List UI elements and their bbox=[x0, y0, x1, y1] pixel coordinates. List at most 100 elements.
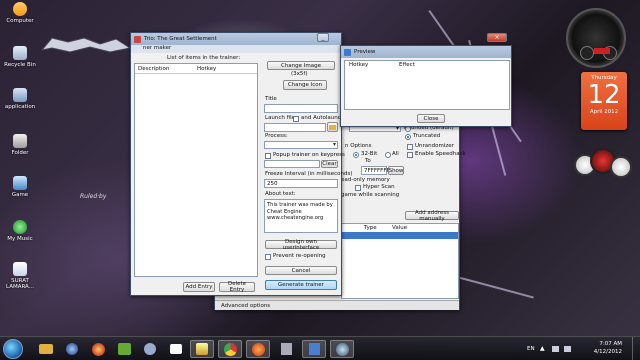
desktop-icon-my-music[interactable]: My Music bbox=[0, 220, 40, 242]
tray-icons[interactable]: ▲ bbox=[540, 345, 576, 353]
prevent-reopening-checkbox[interactable] bbox=[265, 254, 271, 260]
design-ui-button[interactable]: Design own userinterface bbox=[265, 239, 337, 251]
preview-app-icon bbox=[344, 48, 351, 56]
process-label: Process: bbox=[265, 133, 288, 139]
autolaunch-checkbox[interactable] bbox=[293, 116, 299, 122]
taskbar-item-save[interactable] bbox=[302, 340, 326, 358]
taskbar-item-app2[interactable] bbox=[246, 340, 270, 358]
desktop-icon-recycle-bin[interactable]: Recycle Bin bbox=[0, 46, 40, 68]
taskbar-item-msg[interactable] bbox=[164, 340, 188, 358]
preview-window[interactable]: Preview Hotkey Effect Close bbox=[340, 45, 512, 127]
speedhack-checkbox[interactable] bbox=[407, 152, 413, 158]
to-address-field[interactable]: 7FFFFFFF bbox=[361, 166, 390, 175]
unrandomizer-label: Unrandomizer bbox=[415, 143, 454, 149]
start-button[interactable] bbox=[3, 339, 23, 359]
about-text-label: About text: bbox=[265, 191, 296, 197]
table-row[interactable] bbox=[342, 232, 458, 239]
hotkey-column-header[interactable]: Hotkey bbox=[197, 66, 216, 72]
hyper-scan-checkbox[interactable] bbox=[355, 185, 361, 191]
system-clock[interactable]: 7:07 AM 4/12/2012 bbox=[594, 340, 622, 356]
add-entry-button[interactable]: Add Entry bbox=[183, 282, 215, 292]
title-input[interactable] bbox=[264, 104, 338, 113]
description-column-header[interactable]: Description bbox=[138, 66, 169, 72]
cancel-button[interactable]: Cancel bbox=[265, 266, 337, 275]
address-table[interactable]: Type Value bbox=[341, 223, 459, 299]
change-icon-button[interactable]: Change Icon bbox=[283, 80, 327, 90]
clock-time: 7:07 AM bbox=[599, 341, 622, 347]
taskbar-item-ce[interactable] bbox=[138, 340, 162, 358]
desktop-icon-game[interactable]: Game bbox=[0, 176, 40, 198]
show-desktop-button[interactable] bbox=[632, 337, 640, 360]
close-window-button[interactable]: × bbox=[487, 33, 507, 42]
delete-entry-button[interactable]: Delete Entry bbox=[219, 281, 255, 293]
clock-gadget[interactable] bbox=[572, 148, 632, 184]
generate-trainer-button[interactable]: Generate trainer bbox=[265, 280, 337, 290]
change-image-button[interactable]: Change Image bbox=[267, 61, 335, 70]
popup-keypress-checkbox[interactable] bbox=[265, 153, 271, 159]
to-label: To bbox=[365, 158, 371, 164]
tray-arrow-icon: ▲ bbox=[540, 345, 545, 352]
image-size-label: (3x5f) bbox=[291, 71, 308, 77]
preview-list[interactable]: Hotkey Effect bbox=[344, 60, 510, 110]
trainer-maker-window[interactable]: Trio: The Great Settlement ner maker Lis… bbox=[130, 32, 353, 296]
header-divider bbox=[135, 73, 257, 74]
preview-hotkey-header[interactable]: Hotkey bbox=[349, 62, 368, 68]
bit32-radio[interactable] bbox=[353, 152, 359, 158]
trainer-items-list[interactable]: Description Hotkey bbox=[134, 63, 258, 277]
desktop-icon-document[interactable]: SURAT LAMARA... bbox=[0, 262, 40, 290]
preview-effect-header[interactable]: Effect bbox=[399, 62, 415, 68]
minimize-button[interactable]: _ bbox=[317, 33, 329, 42]
folder-icon bbox=[39, 344, 53, 354]
taskbar-item-um[interactable] bbox=[112, 340, 136, 358]
document-icon bbox=[13, 262, 27, 276]
cpu-meter-gadget[interactable] bbox=[566, 8, 626, 68]
popup-keypress-label: Popup trainer on keypress bbox=[273, 152, 345, 158]
about-text-area[interactable]: This trainer was made by Cheat Engine ww… bbox=[264, 199, 338, 233]
desktop-icon-computer[interactable]: Computer bbox=[0, 2, 40, 24]
game-while-scanning-label: game while scanning bbox=[341, 192, 400, 198]
taskbar-item-disk[interactable] bbox=[274, 340, 298, 358]
preview-titlebar[interactable]: Preview bbox=[341, 46, 511, 58]
taskbar-item-paint[interactable] bbox=[190, 340, 214, 358]
bit32-label: 32-Bit bbox=[361, 151, 378, 157]
taskbar-item-chrome[interactable] bbox=[218, 340, 242, 358]
desktop-icon-label: Computer bbox=[6, 18, 34, 24]
music-icon bbox=[13, 220, 27, 234]
launch-file-input[interactable] bbox=[264, 123, 326, 132]
taskbar-item-cheat-engine[interactable] bbox=[330, 340, 354, 358]
all-radio[interactable] bbox=[385, 152, 391, 158]
desktop-icon-label: application bbox=[4, 104, 36, 110]
prevent-reopening-label: Prevent re-opening bbox=[273, 253, 326, 259]
calendar-gadget[interactable]: Thursday 12 April 2012 bbox=[581, 72, 627, 130]
taskbar-item-media[interactable] bbox=[60, 340, 84, 358]
desktop-icon-label: Game bbox=[11, 192, 29, 198]
type-column-header[interactable]: Type bbox=[364, 225, 377, 231]
value-column-header[interactable]: Value bbox=[392, 225, 407, 231]
advanced-options-bar[interactable]: Advanced options bbox=[215, 300, 459, 310]
truncated-label: Truncated bbox=[413, 133, 441, 139]
advanced-options-label: Advanced options bbox=[221, 303, 271, 309]
freeze-interval-input[interactable]: 250 bbox=[264, 179, 338, 188]
firefox-icon bbox=[91, 342, 105, 356]
save-icon bbox=[308, 343, 320, 355]
taskbar-item-folder[interactable] bbox=[34, 340, 58, 358]
gauge-indicator bbox=[594, 48, 610, 54]
browse-button[interactable] bbox=[327, 122, 338, 132]
volume-icon bbox=[564, 346, 571, 352]
popup-hotkey-input[interactable] bbox=[264, 160, 320, 168]
clear-button[interactable]: Clear bbox=[321, 160, 338, 168]
truncated-radio[interactable] bbox=[405, 134, 411, 140]
autolaunch-label: and Autolaunch bbox=[301, 115, 345, 121]
read-only-label: ead-only memory bbox=[341, 177, 390, 183]
unrandomizer-checkbox[interactable] bbox=[407, 144, 413, 150]
desktop-icon-folder[interactable]: Folder bbox=[0, 134, 40, 156]
show-button[interactable]: Show bbox=[388, 166, 404, 175]
preview-close-button[interactable]: Close bbox=[417, 114, 445, 123]
taskbar-item-firefox[interactable] bbox=[86, 340, 110, 358]
network-icon bbox=[552, 346, 559, 352]
process-dropdown[interactable] bbox=[264, 141, 338, 149]
trainer-titlebar[interactable]: Trio: The Great Settlement bbox=[131, 33, 341, 45]
language-indicator[interactable]: EN bbox=[527, 346, 535, 352]
add-address-button[interactable]: Add address manually bbox=[405, 210, 459, 222]
desktop-icon-application[interactable]: application bbox=[0, 88, 40, 110]
